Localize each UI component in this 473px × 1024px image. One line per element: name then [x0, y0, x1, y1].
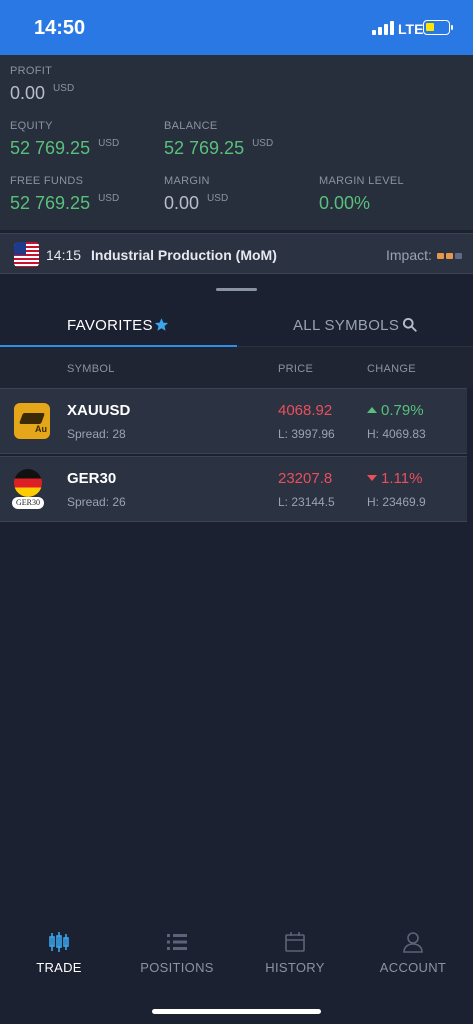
profit-value: 0.00 [10, 83, 46, 103]
profit-currency: USD [53, 83, 75, 94]
margin-level-metric: MARGIN LEVEL 0.00% [319, 175, 404, 214]
symbol-spread: Spread: 28 [67, 427, 126, 441]
symbol-high: H: 4069.83 [367, 427, 426, 441]
symbol-price: 23207.8 [278, 470, 333, 487]
free-funds-value: 52 769.25 [10, 193, 91, 213]
free-funds-label: FREE FUNDS [10, 175, 84, 187]
equity-label: EQUITY [10, 120, 53, 132]
table-row[interactable]: GER30 GER30 Spread: 26 23207.8 L: 23144.… [0, 456, 467, 522]
column-symbol: SYMBOL [67, 363, 115, 375]
drag-handle[interactable] [216, 288, 257, 291]
nav-label: POSITIONS [140, 960, 214, 975]
column-price: PRICE [278, 363, 314, 375]
status-bar: 14:50 LTE [0, 0, 473, 55]
free-funds-currency: USD [98, 193, 120, 204]
nav-label: TRADE [36, 960, 82, 975]
table-row[interactable]: Au XAUUSD Spread: 28 4068.92 L: 3997.96 … [0, 388, 467, 454]
symbol-name: XAUUSD [67, 402, 131, 419]
margin-value: 0.00 [164, 193, 200, 213]
impact-label: Impact: [386, 247, 432, 263]
impact-indicator [437, 253, 465, 259]
equity-currency: USD [98, 138, 120, 149]
event-title: Industrial Production (MoM) [91, 247, 277, 263]
balance-value: 52 769.25 [164, 138, 245, 158]
ger30-icon-text: GER30 [12, 497, 44, 509]
account-summary: PROFIT 0.00 USD EQUITY 52 769.25 USD BALAN… [0, 55, 473, 230]
arrow-down-icon [367, 475, 377, 481]
balance-currency: USD [252, 138, 274, 149]
list-icon [167, 934, 187, 950]
equity-metric: EQUITY 52 769.25 USD [10, 120, 119, 159]
impact-bar [437, 253, 444, 259]
nav-label: ACCOUNT [379, 960, 447, 975]
balance-label: BALANCE [164, 120, 218, 132]
calendar-icon [285, 932, 305, 952]
equity-value: 52 769.25 [10, 138, 91, 158]
nav-label: HISTORY [265, 960, 325, 975]
search-icon[interactable] [402, 317, 417, 332]
us-flag-icon [14, 242, 39, 267]
margin-metric: MARGIN 0.00 USD [164, 175, 228, 214]
impact-bar [446, 253, 453, 259]
economic-event-banner[interactable]: 14:15 Industrial Production (MoM) Impact… [0, 233, 473, 274]
tab-all-symbols[interactable]: ALL SYMBOLS [293, 317, 399, 334]
gold-bar-icon: Au [14, 403, 50, 439]
symbol-low: L: 23144.5 [278, 495, 335, 509]
candlestick-chart-icon [49, 932, 69, 952]
arrow-up-icon [367, 407, 377, 413]
balance-metric: BALANCE 52 769.25 USD [164, 120, 273, 159]
margin-level-value: 0.00% [319, 193, 371, 213]
symbol-high: H: 23469.9 [367, 495, 426, 509]
person-icon [403, 932, 423, 953]
star-icon [154, 318, 169, 331]
free-funds-metric: FREE FUNDS 52 769.25 USD [10, 175, 119, 214]
symbol-low: L: 3997.96 [278, 427, 335, 441]
symbol-name: GER30 [67, 470, 117, 487]
column-change: CHANGE [367, 363, 416, 375]
margin-level-label: MARGIN LEVEL [319, 175, 404, 187]
profit-metric: PROFIT 0.00 USD [10, 65, 74, 104]
nav-account[interactable]: ACCOUNT [358, 930, 468, 975]
nav-trade[interactable]: TRADE [4, 930, 114, 975]
symbol-price: 4068.92 [278, 402, 333, 419]
profit-label: PROFIT [10, 65, 53, 77]
symbol-spread: Spread: 26 [67, 495, 126, 509]
tab-favorites[interactable]: FAVORITES [67, 317, 153, 334]
battery-icon [423, 20, 453, 35]
home-indicator[interactable] [152, 1009, 321, 1014]
status-time: 14:50 [34, 17, 86, 39]
nav-history[interactable]: HISTORY [240, 930, 350, 975]
margin-label: MARGIN [164, 175, 210, 187]
network-type: LTE [398, 21, 424, 37]
margin-currency: USD [207, 193, 229, 204]
germany-flag-icon: GER30 [12, 469, 44, 513]
symbol-change: 0.79% [381, 402, 424, 419]
nav-positions[interactable]: POSITIONS [122, 930, 232, 975]
gold-icon-text: Au [35, 424, 47, 434]
symbol-change: 1.11% [381, 470, 423, 487]
event-time: 14:15 [46, 247, 82, 263]
signal-icon [372, 21, 394, 35]
table-header: SYMBOL PRICE CHANGE [0, 347, 473, 388]
impact-bar [455, 253, 462, 259]
